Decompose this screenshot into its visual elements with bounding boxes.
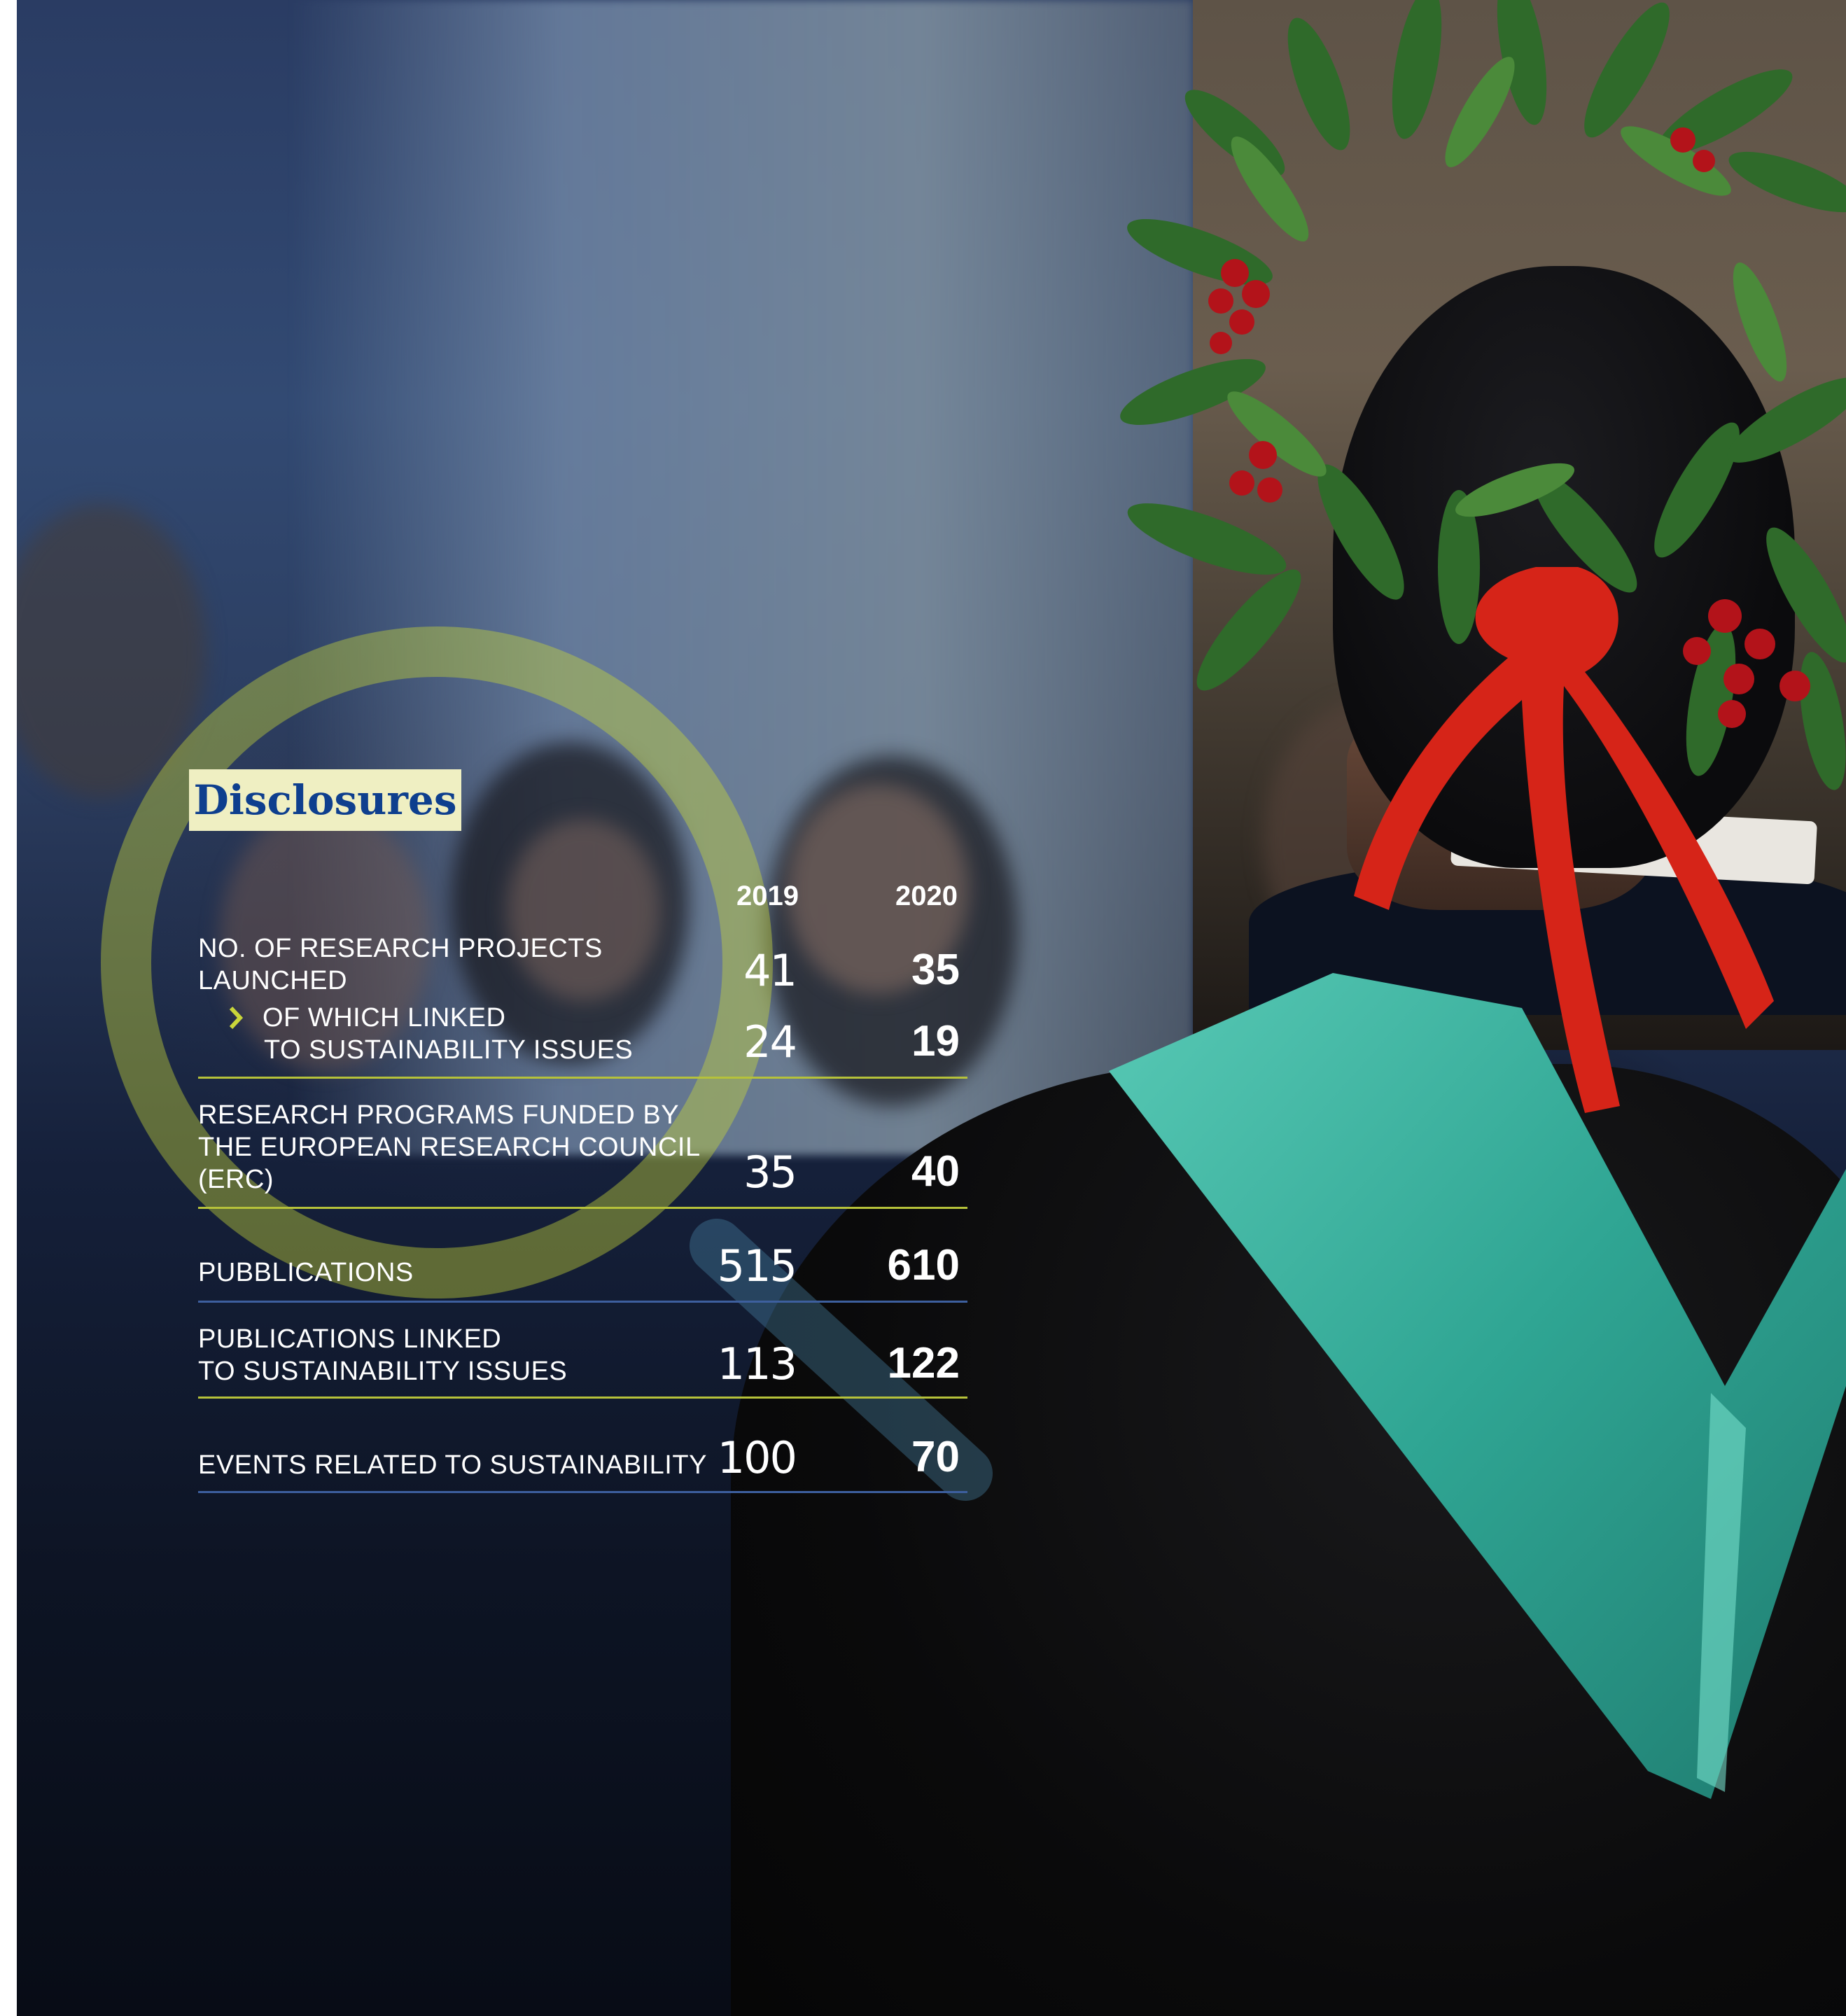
row-label: PUBLICATIONS LINKED TO SUSTAINABILITY IS…: [198, 1324, 568, 1386]
value-2020: 40: [911, 1147, 960, 1196]
title-box: Disclosures: [189, 769, 461, 831]
column-header-2019: 2019: [736, 881, 799, 911]
row-label: EVENTS RELATED TO SUSTAINABILITY: [198, 1450, 707, 1480]
value-2019: 24: [743, 1016, 797, 1068]
row-label: NO. OF RESEARCH PROJECTS LAUNCHED: [198, 934, 603, 995]
value-2020: 610: [887, 1241, 960, 1289]
column-header-2020: 2020: [895, 881, 958, 911]
value-2019: 41: [743, 945, 797, 996]
row-divider: [198, 1491, 967, 1493]
row-label: PUBBLICATIONS: [198, 1258, 414, 1287]
row-label: RESEARCH PROGRAMS FUNDED BY THE EUROPEAN…: [198, 1100, 701, 1194]
value-2020: 70: [911, 1433, 960, 1481]
value-2019: 515: [717, 1240, 797, 1292]
row-label-sub: OF WHICH LINKED TO SUSTAINABILITY ISSUES: [263, 1003, 634, 1065]
value-2019: 113: [717, 1338, 797, 1390]
value-2020: 19: [911, 1017, 960, 1065]
value-2019: 35: [743, 1147, 797, 1198]
row-divider: [198, 1077, 967, 1079]
value-2019: 100: [717, 1432, 797, 1483]
row-divider: [198, 1301, 967, 1303]
chevron-right-icon: [229, 1006, 244, 1030]
value-2020: 122: [887, 1339, 960, 1387]
page-title: Disclosures: [193, 776, 457, 824]
value-2020: 35: [911, 946, 960, 994]
row-divider: [198, 1396, 967, 1399]
row-divider: [198, 1207, 967, 1209]
